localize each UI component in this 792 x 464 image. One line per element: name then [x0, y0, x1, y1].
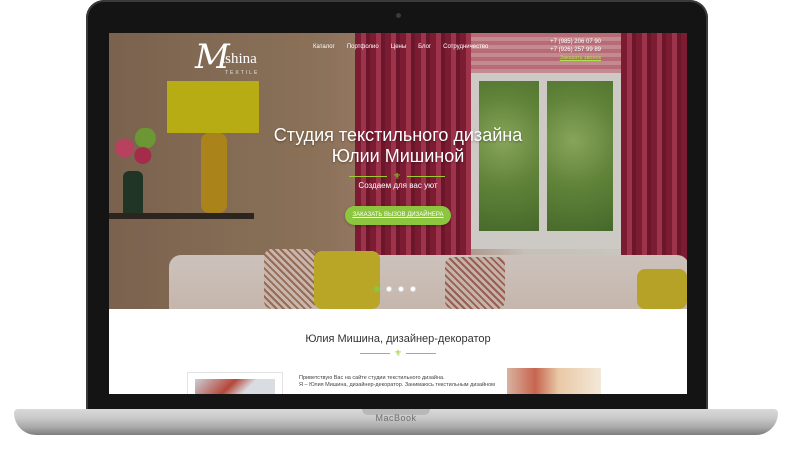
callback-link[interactable]: Заказать звонок	[549, 55, 601, 61]
about-bio: Приветствую Вас на сайте студии текстиль…	[299, 375, 509, 389]
slider-dots	[374, 286, 416, 292]
divider-line-left	[360, 353, 390, 354]
nav-catalog[interactable]: Каталог	[313, 44, 335, 50]
phone-2[interactable]: +7 (926) 257 99 89	[549, 46, 601, 54]
hero-divider: ⚜	[349, 171, 445, 181]
logo-subtitle: TEXTILE	[225, 70, 260, 76]
divider-line-right	[406, 353, 436, 354]
logo-text: ishina	[221, 51, 257, 67]
phone-1[interactable]: +7 (985) 206 07 90	[549, 38, 601, 46]
main-nav: Каталог Портфолио Цены Блог Сотрудничест…	[313, 44, 488, 50]
nav-portfolio[interactable]: Портфолио	[347, 44, 379, 50]
designer-photo-image	[195, 379, 275, 394]
contact-phones: +7 (985) 206 07 90 +7 (926) 257 99 89 За…	[549, 38, 601, 61]
logo[interactable]: M ishina TEXTILE	[195, 37, 281, 77]
order-designer-button[interactable]: Заказать вызов дизайнера	[345, 206, 451, 225]
about-divider: ⚜	[360, 348, 436, 358]
bio-line-1: Приветствую Вас на сайте студии текстиль…	[299, 375, 445, 381]
fleur-de-lis-icon: ⚜	[392, 171, 402, 181]
hero-title-line-2: Юлии Мишиной	[331, 146, 465, 166]
slider-dot-3[interactable]	[398, 286, 404, 292]
room-photo	[507, 368, 601, 394]
browser-screen: M ishina TEXTILE Каталог Портфолио Цены …	[109, 33, 687, 394]
nav-cooperation[interactable]: Сотрудничество	[443, 44, 488, 50]
divider-line-right	[407, 176, 445, 177]
bio-line-2: Я – Юлия Мишина, дизайнер-декоратор. Зан…	[299, 382, 495, 388]
designer-photo	[187, 372, 283, 394]
fleur-de-lis-icon: ⚜	[393, 348, 403, 358]
divider-line-left	[349, 176, 387, 177]
nav-prices[interactable]: Цены	[391, 44, 406, 50]
slider-dot-4[interactable]	[410, 286, 416, 292]
hero-title: Студия текстильного дизайна Юлии Мишиной	[109, 125, 687, 167]
nav-blog[interactable]: Блог	[418, 44, 431, 50]
camera-icon	[396, 13, 401, 18]
slider-dot-2[interactable]	[386, 286, 392, 292]
hero-subtitle: Создаем для вас уют	[358, 181, 438, 190]
laptop-brand-label: MacBook	[375, 413, 417, 423]
hero-section: M ishina TEXTILE Каталог Портфолио Цены …	[109, 33, 687, 309]
hero-title-line-1: Студия текстильного дизайна	[273, 125, 523, 145]
about-section: Юлия Мишина, дизайнер-декоратор ⚜ Привет…	[109, 309, 687, 394]
slider-dot-1[interactable]	[374, 286, 380, 292]
about-title: Юлия Мишина, дизайнер-декоратор	[305, 333, 491, 345]
